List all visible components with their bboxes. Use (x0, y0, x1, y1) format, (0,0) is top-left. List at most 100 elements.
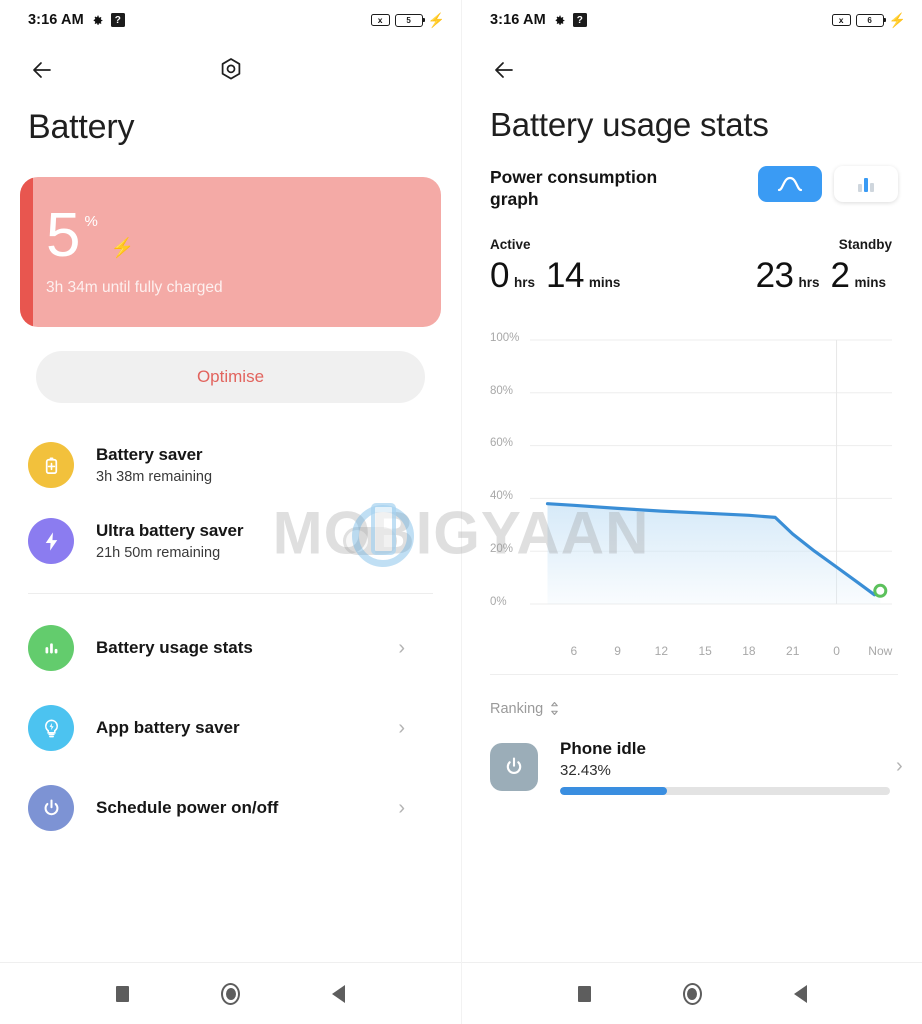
page-title: Battery usage stats (490, 106, 769, 143)
app-percent: 32.43% (560, 761, 611, 779)
gear-icon (555, 15, 565, 25)
circle-icon[interactable] (221, 982, 240, 1005)
app-usage-row[interactable]: Phone idle 32.43% › (462, 717, 922, 795)
menu-label: Schedule power on/off (96, 798, 279, 817)
chart-x-tick: 9 (614, 643, 621, 658)
standby-stat: Standby 23 hrs 2 mins (691, 237, 892, 296)
ranking-label: Ranking (490, 700, 544, 717)
ultra-battery-saver-row[interactable]: Ultra battery saver 21h 50m remaining (28, 503, 433, 579)
no-sim-icon: x (831, 14, 851, 26)
chart-x-tick: 0 (833, 643, 840, 658)
chart-x-tick: 15 (698, 643, 712, 658)
chart-y-tick: 40% (490, 490, 514, 503)
battery-percent-row: 5 % ⚡ (46, 205, 415, 267)
navigation-bar-right (462, 962, 922, 1024)
triangle-back-icon[interactable] (332, 984, 345, 1003)
active-value: 0 hrs 14 mins (490, 256, 691, 296)
triangle-back-icon[interactable] (793, 984, 807, 1003)
hex-settings-icon[interactable] (217, 56, 245, 84)
saver-title: Battery saver (96, 445, 203, 464)
back-arrow-icon[interactable] (28, 58, 56, 82)
toggle-knob (346, 530, 368, 552)
navigation-bar-left (0, 962, 461, 1024)
sort-updown-icon (551, 702, 559, 716)
app-usage-bar (560, 786, 890, 795)
square-icon[interactable] (116, 985, 129, 1002)
standby-hours-unit: hrs (798, 274, 820, 290)
optimise-button[interactable]: Optimise (36, 351, 425, 403)
status-bar-left-group: 3:16 AM ? (490, 12, 587, 28)
ranking-sort-control[interactable]: Ranking (462, 675, 922, 717)
app-usage-bar-fill (560, 786, 668, 795)
chart-x-tick: 12 (654, 643, 669, 658)
chart-y-tick: 60% (490, 437, 514, 450)
line-graph-icon (777, 176, 803, 192)
menu-list: Battery usage stats › App battery saver … (0, 608, 461, 848)
battery-indicator: 5 (394, 13, 426, 27)
bolt-icon (28, 518, 74, 564)
power-consumption-chart: 100% 80% 60% 40% 20% 0% 6 9 12 15 18 21 0 Now (490, 328, 900, 668)
battery-screen: 3:16 AM ? x 5 ⚡ Battery 5 % ⚡ 3h 34m unt… (0, 0, 461, 1024)
chart-x-tick: 21 (786, 643, 800, 658)
graph-type-segments (758, 166, 898, 202)
app-usage-body: Phone idle 32.43% (560, 739, 890, 795)
question-badge-icon: ? (572, 13, 587, 27)
chart-x-tick: 18 (742, 643, 756, 658)
chevron-right-icon: › (398, 796, 405, 819)
active-mins: 14 (545, 255, 584, 295)
no-sim-icon: x (370, 14, 390, 26)
standby-mins: 2 (830, 255, 850, 295)
saver-subtitle: 3h 38m remaining (96, 469, 213, 485)
usage-stats: Active 0 hrs 14 mins Standby 23 hrs 2 mi… (462, 211, 922, 296)
power-icon (490, 742, 538, 791)
bar-graph-icon (858, 178, 874, 192)
app-bar-right (462, 40, 922, 100)
chart-x-tick: 6 (570, 643, 578, 658)
charging-status-text: 3h 34m until fully charged (46, 278, 223, 296)
status-time: 3:16 AM (490, 12, 546, 28)
standby-label: Standby (838, 236, 892, 252)
charging-bolt-icon: ⚡ (110, 238, 135, 260)
menu-item-schedule-power[interactable]: Schedule power on/off › (28, 768, 433, 848)
active-hours-unit: hrs (513, 274, 535, 290)
percent-symbol: % (84, 213, 98, 231)
charging-bolt-icon: ⚡ (427, 12, 445, 28)
status-bar-left: 3:16 AM ? x 5 ⚡ (0, 0, 461, 40)
saver-title: Ultra battery saver (96, 521, 244, 540)
battery-status-card: 5 % ⚡ 3h 34m until fully charged (20, 177, 441, 327)
chart-canvas (530, 339, 892, 605)
status-bar-right-group: x 5 ⚡ (370, 12, 445, 28)
battery-saver-text: Battery saver 3h 38m remaining (96, 445, 212, 485)
saver-list: Battery saver 3h 38m remaining Ultra bat… (0, 427, 461, 579)
battery-indicator: 6 (855, 13, 887, 27)
charging-bolt-icon: ⚡ (888, 12, 906, 28)
standby-mins-unit: mins (854, 274, 886, 290)
circle-icon[interactable] (682, 982, 702, 1005)
bar-graph-toggle[interactable] (834, 166, 898, 202)
menu-item-battery-usage-stats[interactable]: Battery usage stats › (28, 608, 433, 688)
ultra-battery-saver-toggle[interactable] (343, 527, 397, 555)
line-graph-toggle[interactable] (758, 166, 822, 202)
chevron-right-icon: › (896, 755, 903, 778)
standby-hours: 23 (755, 255, 794, 295)
standby-value: 23 hrs 2 mins (691, 256, 892, 296)
section-divider (28, 593, 433, 594)
ultra-battery-saver-text: Ultra battery saver 21h 50m remaining (96, 521, 244, 561)
active-label: Active (490, 236, 531, 252)
menu-item-app-battery-saver[interactable]: App battery saver › (28, 688, 433, 768)
power-consumption-header: Power consumption graph (462, 144, 922, 211)
bulb-bolt-icon (28, 705, 74, 751)
power-icon (28, 785, 74, 831)
saver-subtitle: 21h 50m remaining (96, 545, 221, 561)
chart-x-tick: Now (868, 643, 893, 658)
page-title: Battery (28, 108, 135, 146)
status-bar-right-group: x 6 ⚡ (831, 12, 906, 28)
square-icon[interactable] (577, 985, 591, 1002)
battery-saver-row[interactable]: Battery saver 3h 38m remaining (28, 427, 433, 503)
status-time: 3:16 AM (28, 12, 84, 28)
battery-usage-stats-screen: 3:16 AM ? x 6 ⚡ Battery usage stats Powe… (461, 0, 922, 1024)
menu-label: App battery saver (96, 718, 240, 737)
back-arrow-icon[interactable] (490, 58, 518, 82)
bar-chart-icon (28, 625, 74, 671)
gear-icon (93, 15, 103, 25)
